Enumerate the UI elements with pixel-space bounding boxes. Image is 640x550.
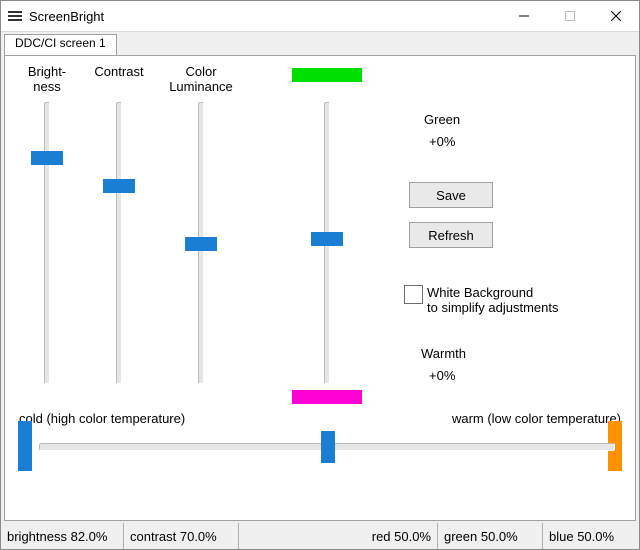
warmth-slider[interactable] [39, 443, 615, 451]
luminance-slider-group: Color Luminance [161, 64, 241, 384]
cold-endcap [18, 421, 32, 471]
whitebg-label-line1: White Background [427, 285, 559, 300]
green-slider-group [292, 64, 362, 384]
whitebg-label-line2: to simplify adjustments [427, 300, 559, 315]
app-window: ScreenBright DDC/CI screen 1 Bright- nes… [0, 0, 640, 550]
whitebg-checkbox-row: White Background to simplify adjustments [404, 285, 559, 315]
status-brightness: brightness 82.0% [1, 523, 123, 549]
brightness-label: Bright- ness [17, 64, 77, 96]
contrast-slider-group: Contrast [89, 64, 149, 384]
green-value: +0% [429, 134, 455, 149]
brightness-slider-group: Bright- ness [17, 64, 77, 384]
luminance-thumb[interactable] [185, 237, 217, 251]
refresh-button[interactable]: Refresh [409, 222, 493, 248]
magenta-swatch [292, 390, 362, 404]
app-title: ScreenBright [29, 9, 104, 24]
green-thumb[interactable] [311, 232, 343, 246]
save-button[interactable]: Save [409, 182, 493, 208]
contrast-slider[interactable] [116, 102, 122, 384]
luminance-slider[interactable] [198, 102, 204, 384]
status-green: green 50.0% [437, 523, 542, 549]
whitebg-label: White Background to simplify adjustments [427, 285, 559, 315]
status-bar: brightness 82.0% contrast 70.0% red 50.0… [1, 523, 639, 549]
brightness-thumb[interactable] [31, 151, 63, 165]
contrast-thumb[interactable] [103, 179, 135, 193]
brightness-slider[interactable] [44, 102, 50, 384]
warm-label: warm (low color temperature) [452, 411, 621, 426]
titlebar: ScreenBright [1, 1, 639, 32]
warmth-thumb[interactable] [321, 431, 335, 463]
minimize-button[interactable] [501, 1, 547, 31]
status-blue: blue 50.0% [542, 523, 639, 549]
warmth-value: +0% [429, 368, 455, 383]
tab-screen1[interactable]: DDC/CI screen 1 [4, 34, 117, 57]
status-red: red 50.0% [238, 523, 437, 549]
tab-body: Bright- ness Contrast Color Luminance [4, 55, 636, 521]
luminance-label: Color Luminance [161, 64, 241, 96]
green-slider[interactable] [324, 102, 330, 384]
green-label: Green [424, 112, 460, 127]
status-contrast: contrast 70.0% [123, 523, 238, 549]
green-slider-spacer [292, 64, 362, 96]
maximize-button[interactable] [547, 1, 593, 31]
window-buttons [501, 1, 639, 31]
cold-label: cold (high color temperature) [19, 411, 185, 426]
close-button[interactable] [593, 1, 639, 31]
app-icon [7, 8, 23, 24]
contrast-label: Contrast [89, 64, 149, 96]
whitebg-checkbox[interactable] [404, 285, 423, 304]
tab-strip: DDC/CI screen 1 [1, 34, 639, 56]
warmth-label: Warmth [421, 346, 466, 361]
